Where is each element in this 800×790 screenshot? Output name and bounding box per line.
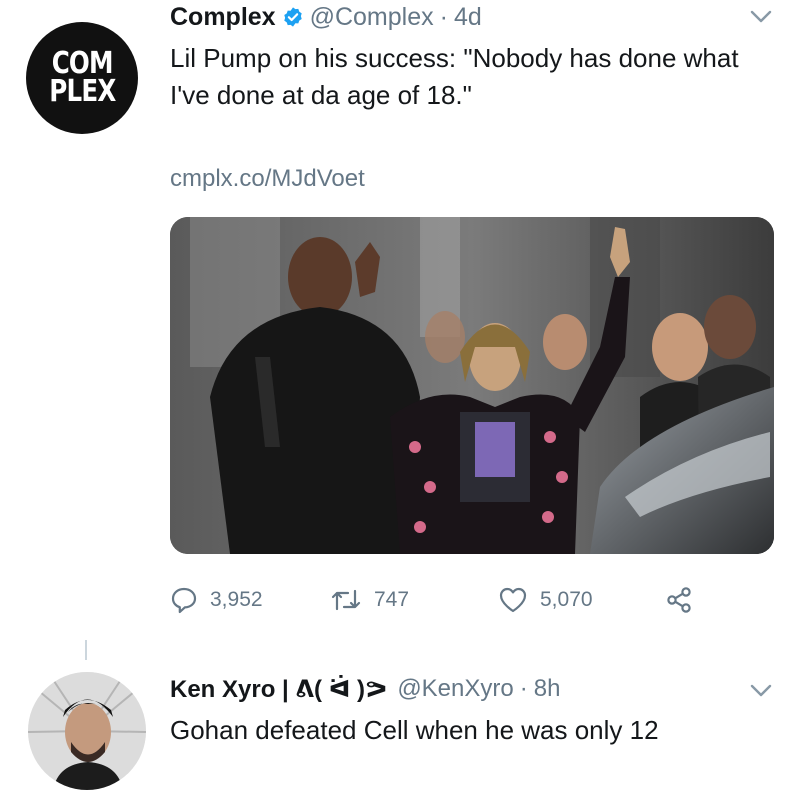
reply-header: Ken Xyro | ᕕ( ᐛ )ᕗ @KenXyro · 8h	[170, 672, 560, 706]
reply-timestamp[interactable]: 8h	[534, 675, 561, 703]
reply-count: 3,952	[210, 588, 263, 611]
tweet-display-name[interactable]: Complex	[170, 3, 276, 32]
verified-badge-icon	[283, 7, 302, 27]
like-count: 5,070	[540, 588, 593, 611]
avatar-photo	[28, 672, 146, 790]
reply-display-name[interactable]: Ken Xyro | ᕕ( ᐛ )ᕗ	[170, 675, 387, 704]
tweet-header: Complex @Complex · 4d	[170, 0, 482, 34]
reply-text: Gohan defeated Cell when he was only 12	[170, 715, 659, 745]
tweet-separator: ·	[439, 2, 448, 31]
like-action[interactable]: 5,070	[498, 585, 593, 615]
tweet-link[interactable]: cmplx.co/MJdVoet	[170, 165, 365, 193]
thread-connector	[85, 640, 87, 660]
share-action[interactable]	[665, 585, 705, 615]
tweet-text: Lil Pump on his success: "Nobody has don…	[170, 43, 739, 110]
heart-icon	[499, 587, 527, 613]
tweet-timestamp[interactable]: 4d	[454, 3, 482, 32]
retweet-count: 747	[374, 588, 410, 611]
reply-handle[interactable]: @KenXyro	[397, 675, 513, 703]
complex-avatar[interactable]: COM PLEX	[26, 22, 138, 134]
reply-avatar[interactable]	[28, 672, 146, 790]
reply-bubble-icon	[171, 587, 197, 614]
reply-separator: ·	[519, 675, 528, 702]
share-icon	[667, 587, 691, 613]
chevron-down-icon[interactable]	[750, 10, 772, 24]
photo-illustration	[170, 217, 774, 554]
retweet-action[interactable]: 747	[330, 585, 409, 615]
tweet-actions: 3,952 747 5,070	[170, 585, 730, 615]
retweet-icon	[331, 589, 361, 611]
avatar-logo-line-2: PLEX	[48, 74, 116, 109]
tweet-handle[interactable]: @Complex	[310, 3, 434, 32]
chevron-down-icon[interactable]	[750, 684, 772, 698]
reply-action[interactable]: 3,952	[170, 585, 263, 615]
tweet-photo[interactable]	[170, 217, 774, 554]
